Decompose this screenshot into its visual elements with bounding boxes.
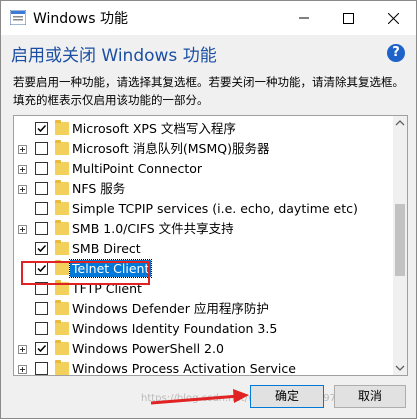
checkmark-icon <box>37 244 47 253</box>
instructions-text: 若要启用一种功能，请选择其复选框。若要关闭一种功能，请清除其复选框。填充的框表示… <box>13 75 404 107</box>
feature-checkbox[interactable] <box>35 182 48 195</box>
feature-row[interactable]: Windows Process Activation Service <box>14 359 394 376</box>
close-icon <box>387 12 399 24</box>
checkmark-icon <box>37 124 47 133</box>
maximize-button[interactable] <box>325 1 371 35</box>
feature-checkbox[interactable] <box>35 362 48 375</box>
feature-label: Microsoft 消息队列(MSMQ)服务器 <box>72 141 270 156</box>
vertical-scrollbar[interactable] <box>393 116 407 375</box>
expand-plus-icon[interactable] <box>18 345 27 354</box>
scroll-up-arrow-icon[interactable] <box>393 116 407 130</box>
feature-checkbox[interactable] <box>35 342 48 355</box>
folder-icon <box>55 200 69 215</box>
title-bar[interactable]: Windows 功能 <box>1 1 416 35</box>
windows-features-icon <box>10 10 26 25</box>
expand-plus-icon[interactable] <box>18 365 27 374</box>
feature-row[interactable]: Simple TCPIP services (i.e. echo, daytim… <box>14 199 394 219</box>
expand-plus-icon[interactable] <box>18 225 27 234</box>
feature-label: SMB Direct <box>72 241 141 256</box>
feature-row[interactable]: MultiPoint Connector <box>14 159 394 179</box>
scrollbar-thumb[interactable] <box>395 204 405 276</box>
feature-label: Windows Defender 应用程序防护 <box>72 301 269 316</box>
folder-icon <box>55 140 69 155</box>
feature-row[interactable]: Windows PowerShell 2.0 <box>14 339 394 359</box>
feature-checkbox[interactable] <box>35 322 48 335</box>
feature-row[interactable]: Windows Identity Foundation 3.5 <box>14 319 394 339</box>
feature-tree[interactable]: Microsoft XPS 文档写入程序 Microsoft 消息队列(MSMQ)… <box>13 115 408 376</box>
feature-checkbox[interactable] <box>35 302 48 315</box>
feature-row[interactable]: Microsoft 消息队列(MSMQ)服务器 <box>14 139 394 159</box>
folder-icon <box>55 180 69 195</box>
help-icon[interactable]: ? <box>387 44 405 62</box>
folder-icon <box>55 340 69 355</box>
feature-label: Simple TCPIP services (i.e. echo, daytim… <box>72 201 358 216</box>
folder-icon <box>55 320 69 335</box>
window-title: Windows 功能 <box>33 11 128 27</box>
checkmark-icon <box>37 344 47 353</box>
folder-icon <box>55 220 69 235</box>
windows-features-dialog: Windows 功能 启用或关闭 Windows 功能 ? 若要启用一种功能，请… <box>0 0 417 419</box>
feature-row[interactable]: Microsoft XPS 文档写入程序 <box>14 119 394 139</box>
folder-icon <box>55 120 69 135</box>
maximize-icon <box>342 12 354 24</box>
ok-button[interactable]: 确定 <box>250 385 324 408</box>
feature-checkbox[interactable] <box>35 162 48 175</box>
cancel-button[interactable]: 取消 <box>334 385 406 408</box>
scroll-down-arrow-icon[interactable] <box>393 361 407 375</box>
annotation-highlight-box <box>21 261 150 285</box>
expand-plus-icon[interactable] <box>18 165 27 174</box>
feature-row[interactable]: NFS 服务 <box>14 179 394 199</box>
feature-label: Windows Identity Foundation 3.5 <box>72 321 278 336</box>
feature-checkbox[interactable] <box>35 122 48 135</box>
feature-label: MultiPoint Connector <box>72 161 203 176</box>
minimize-button[interactable] <box>281 1 327 35</box>
feature-label: NFS 服务 <box>72 181 126 196</box>
dialog-heading: 启用或关闭 Windows 功能 <box>11 46 217 66</box>
feature-row[interactable]: Windows Defender 应用程序防护 <box>14 299 394 319</box>
feature-checkbox[interactable] <box>35 242 48 255</box>
folder-icon <box>55 160 69 175</box>
feature-label: Windows PowerShell 2.0 <box>72 341 224 356</box>
minimize-icon <box>299 17 309 19</box>
feature-label: Windows Process Activation Service <box>72 361 296 376</box>
close-button[interactable] <box>370 1 416 35</box>
folder-icon <box>55 360 69 375</box>
feature-checkbox[interactable] <box>35 202 48 215</box>
feature-label: Microsoft XPS 文档写入程序 <box>72 121 236 136</box>
feature-checkbox[interactable] <box>35 142 48 155</box>
expand-plus-icon[interactable] <box>18 145 27 154</box>
expand-plus-icon[interactable] <box>18 185 27 194</box>
folder-icon <box>55 240 69 255</box>
feature-label: SMB 1.0/CIFS 文件共享支持 <box>72 221 234 236</box>
feature-row[interactable]: SMB Direct <box>14 239 394 259</box>
feature-checkbox[interactable] <box>35 222 48 235</box>
folder-icon <box>55 300 69 315</box>
feature-row[interactable]: SMB 1.0/CIFS 文件共享支持 <box>14 219 394 239</box>
